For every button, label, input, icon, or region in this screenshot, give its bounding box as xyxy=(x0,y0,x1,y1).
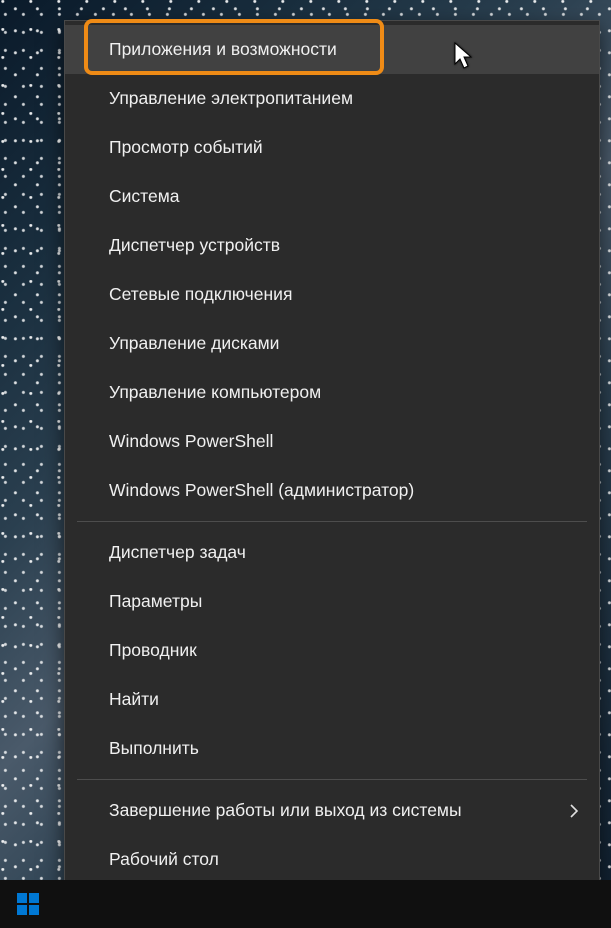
menu-item-device-manager[interactable]: Диспетчер устройств xyxy=(65,221,599,270)
menu-item-apps-and-features[interactable]: Приложения и возможности xyxy=(65,25,599,74)
winx-context-menu: Приложения и возможности Управление элек… xyxy=(64,20,600,893)
menu-item-task-manager[interactable]: Диспетчер задач xyxy=(65,528,599,577)
menu-item-powershell[interactable]: Windows PowerShell xyxy=(65,417,599,466)
windows-logo-icon xyxy=(17,893,39,915)
menu-item-label: Найти xyxy=(109,689,159,710)
menu-item-file-explorer[interactable]: Проводник xyxy=(65,626,599,675)
menu-item-label: Windows PowerShell xyxy=(109,431,273,452)
menu-item-settings[interactable]: Параметры xyxy=(65,577,599,626)
menu-item-computer-management[interactable]: Управление компьютером xyxy=(65,368,599,417)
menu-item-label: Управление электропитанием xyxy=(109,88,353,109)
menu-item-label: Управление дисками xyxy=(109,333,279,354)
menu-item-label: Диспетчер устройств xyxy=(109,235,280,256)
menu-item-label: Система xyxy=(109,186,179,207)
taskbar xyxy=(0,880,611,928)
menu-item-label: Просмотр событий xyxy=(109,137,263,158)
menu-item-label: Диспетчер задач xyxy=(109,542,246,563)
menu-item-shutdown-signout[interactable]: Завершение работы или выход из системы xyxy=(65,786,599,835)
menu-item-label: Выполнить xyxy=(109,738,199,759)
menu-item-network-connections[interactable]: Сетевые подключения xyxy=(65,270,599,319)
menu-item-system[interactable]: Система xyxy=(65,172,599,221)
menu-item-event-viewer[interactable]: Просмотр событий xyxy=(65,123,599,172)
menu-item-disk-management[interactable]: Управление дисками xyxy=(65,319,599,368)
menu-item-search[interactable]: Найти xyxy=(65,675,599,724)
menu-separator xyxy=(77,779,587,780)
menu-item-run[interactable]: Выполнить xyxy=(65,724,599,773)
menu-item-label: Приложения и возможности xyxy=(109,39,337,60)
menu-item-desktop[interactable]: Рабочий стол xyxy=(65,835,599,884)
menu-item-label: Параметры xyxy=(109,591,202,612)
menu-separator xyxy=(77,521,587,522)
menu-item-label: Завершение работы или выход из системы xyxy=(109,800,462,821)
chevron-right-icon xyxy=(569,803,579,819)
menu-item-label: Windows PowerShell (администратор) xyxy=(109,480,414,501)
menu-item-powershell-admin[interactable]: Windows PowerShell (администратор) xyxy=(65,466,599,515)
menu-item-power-options[interactable]: Управление электропитанием xyxy=(65,74,599,123)
menu-item-label: Сетевые подключения xyxy=(109,284,292,305)
menu-item-label: Рабочий стол xyxy=(109,849,219,870)
menu-item-label: Управление компьютером xyxy=(109,382,321,403)
start-button[interactable] xyxy=(0,880,56,928)
menu-item-label: Проводник xyxy=(109,640,197,661)
